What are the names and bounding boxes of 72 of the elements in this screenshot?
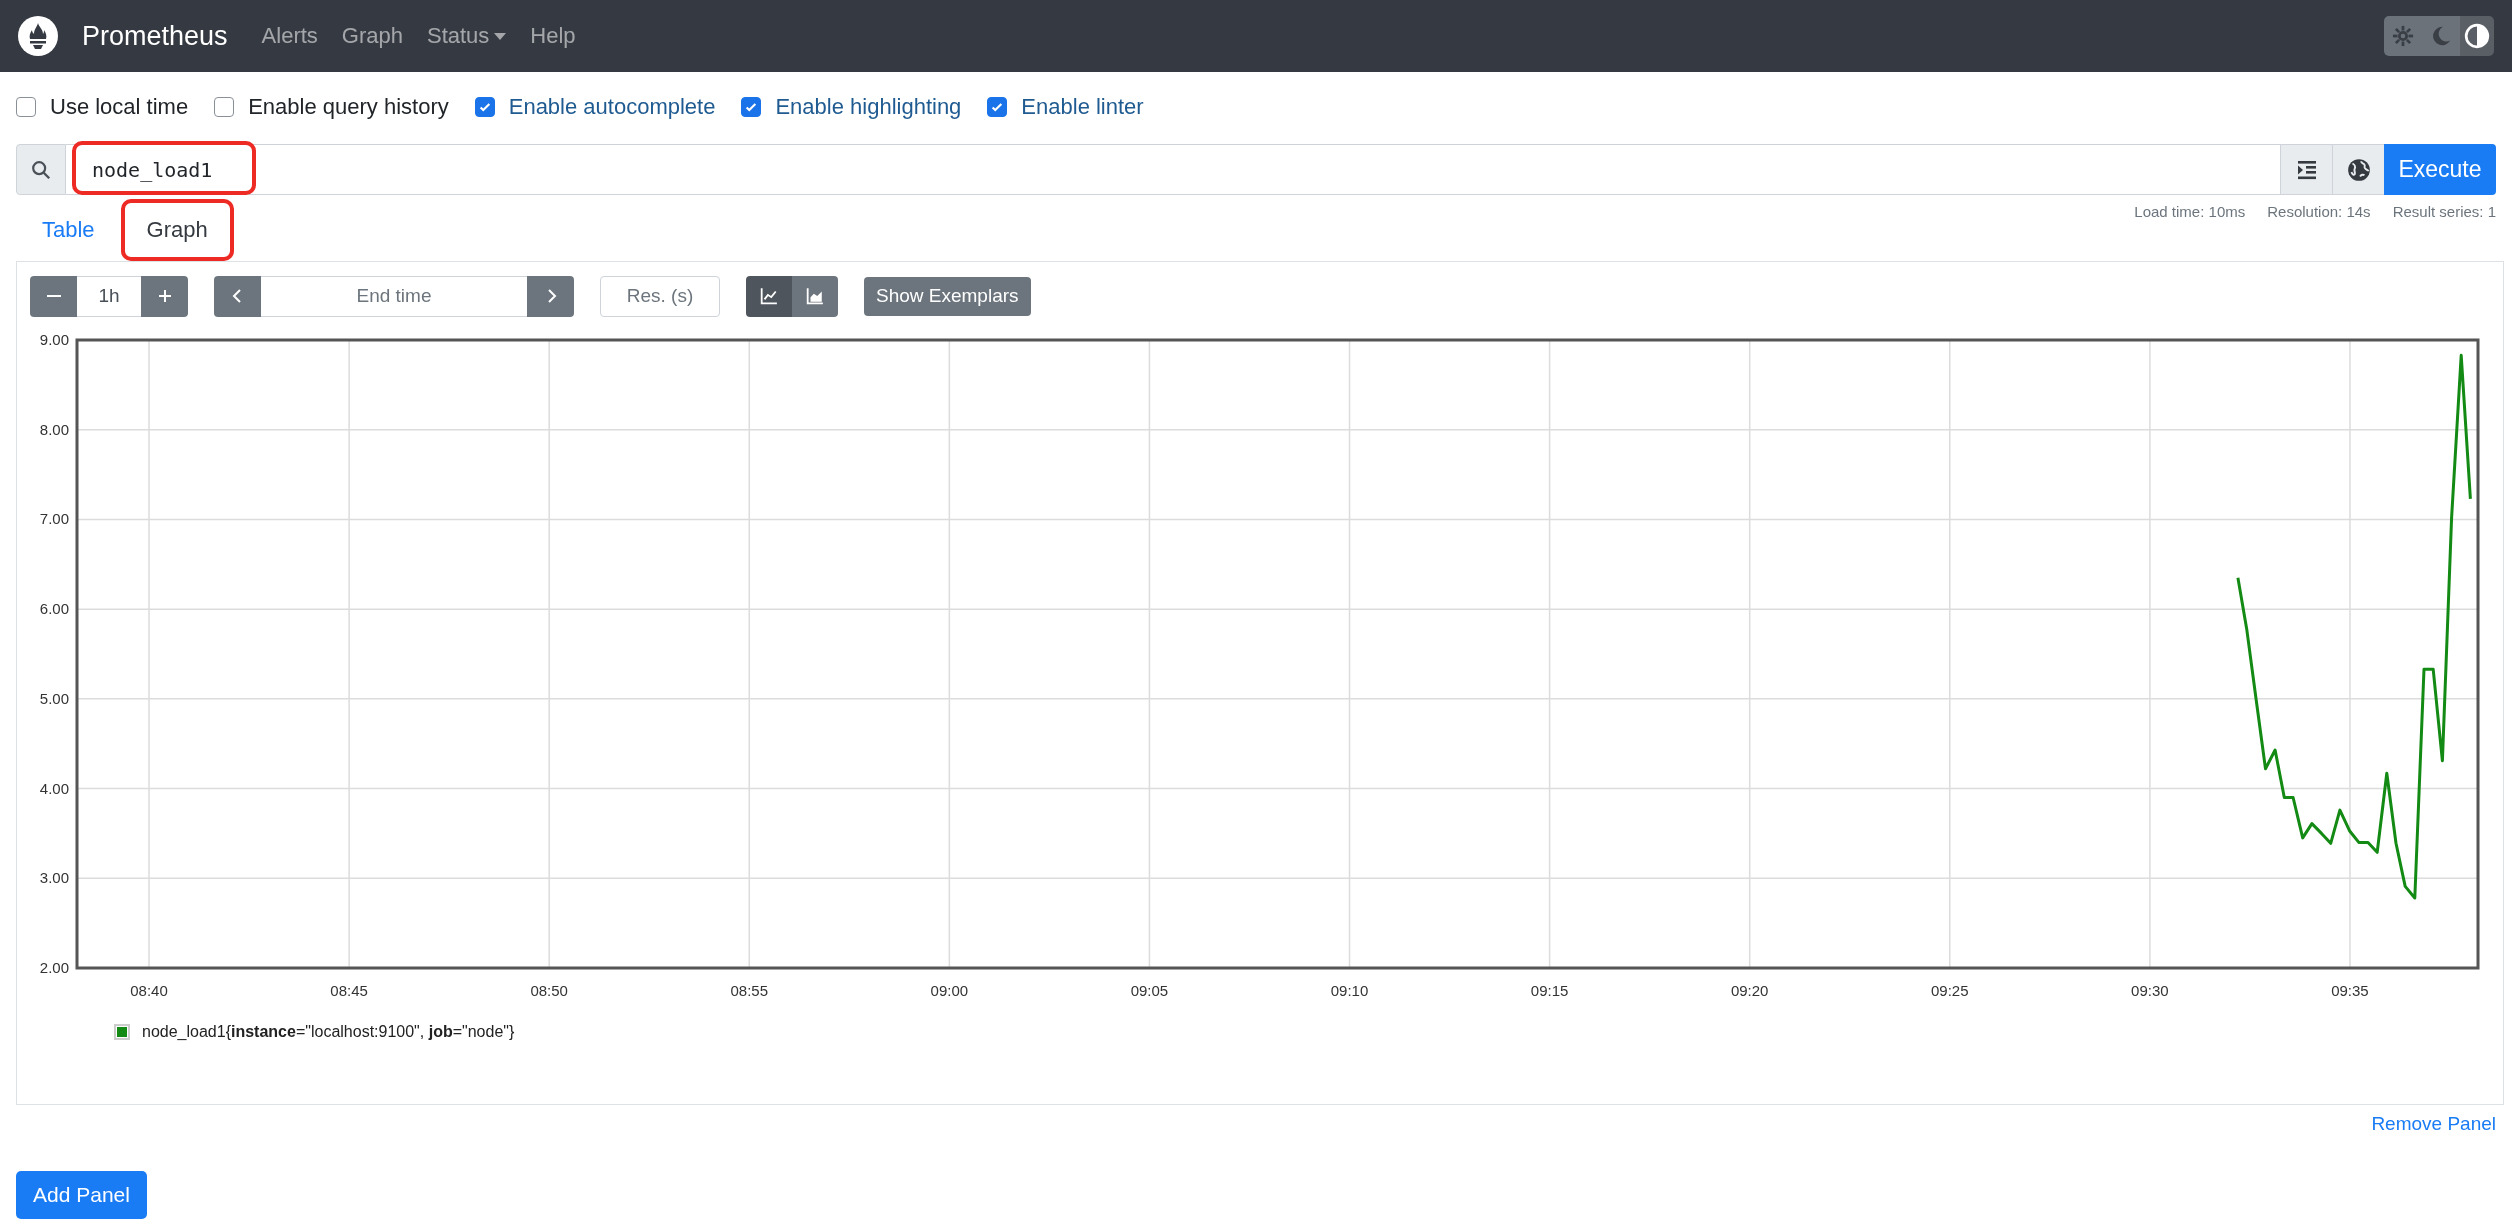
x-axis-label: 09:10	[1330, 982, 1369, 999]
globe-button[interactable]	[2332, 144, 2384, 195]
add-panel-button[interactable]: Add Panel	[16, 1171, 147, 1219]
query-input[interactable]: node_load1	[66, 144, 2280, 195]
x-axis-label: 09:15	[1530, 982, 1569, 999]
nav-link[interactable]: Graph	[341, 23, 403, 49]
option-label[interactable]: Enable autocomplete	[508, 94, 716, 120]
x-axis-label: 09:30	[2131, 982, 2169, 999]
checkbox[interactable]	[741, 97, 762, 117]
nav-link[interactable]: Help	[530, 23, 576, 49]
nav-link[interactable]: Alerts	[261, 23, 318, 49]
y-axis-label: 9.00	[39, 331, 69, 348]
increase-range-button[interactable]	[141, 275, 188, 317]
query-stat: Resolution: 14s	[2267, 203, 2371, 222]
y-axis-label: 4.00	[39, 779, 69, 797]
check-icon	[744, 100, 759, 114]
legend-label[interactable]: node_load1{instance="localhost:9100", job="node"}	[142, 1023, 515, 1041]
brand-title[interactable]: Prometheus	[82, 20, 228, 52]
line-chart-icon	[760, 287, 778, 305]
x-axis-label: 08:55	[730, 982, 769, 999]
format-button[interactable]	[2280, 144, 2332, 195]
x-axis-label: 09:35	[2331, 982, 2369, 999]
checkbox[interactable]	[214, 97, 235, 117]
half-circle-icon	[2464, 23, 2490, 49]
check-icon	[477, 100, 492, 114]
checkbox[interactable]	[16, 97, 36, 117]
resolution-input-field[interactable]: Res. (s)	[600, 275, 720, 317]
option-label[interactable]: Enable query history	[248, 94, 449, 120]
tab[interactable]: Table	[16, 199, 121, 261]
x-axis-label: 09:05	[1130, 982, 1169, 999]
x-axis-label: 08:40	[130, 982, 168, 999]
minus-icon	[46, 294, 61, 298]
y-axis-label: 7.00	[39, 510, 69, 528]
range-input-field[interactable]: 1h	[77, 275, 141, 317]
y-axis-label: 3.00	[39, 869, 69, 887]
y-axis-label: 5.00	[39, 689, 69, 707]
x-axis-label: 09:00	[930, 982, 969, 999]
search-icon	[30, 158, 52, 181]
query-stat: Result series: 1	[2392, 203, 2496, 222]
x-axis-label: 09:20	[1730, 982, 1769, 999]
legend-swatch	[114, 1024, 130, 1040]
flame-logo-icon[interactable]	[18, 16, 58, 56]
line-chart-button[interactable]	[746, 275, 792, 317]
y-axis-label: 8.00	[39, 420, 69, 438]
previous-time-button[interactable]	[214, 275, 261, 317]
checkbox[interactable]	[474, 97, 495, 117]
execute-button[interactable]: Execute	[2384, 144, 2496, 195]
moon-icon	[2430, 25, 2452, 47]
option-label[interactable]: Use local time	[50, 94, 189, 120]
area-chart-icon	[806, 287, 824, 305]
query-stat: Load time: 10ms	[2134, 203, 2246, 222]
auto-theme-button[interactable]	[2460, 16, 2494, 56]
sun-icon	[2392, 25, 2414, 47]
stacked-chart-button[interactable]	[792, 275, 838, 317]
globe-icon	[2345, 156, 2372, 183]
y-axis-label: 6.00	[39, 600, 69, 618]
tab[interactable]: Graph	[120, 199, 234, 261]
y-axis-label: 2.00	[39, 959, 69, 976]
checkbox[interactable]	[987, 97, 1008, 117]
show-exemplars-button[interactable]: Show Exemplars	[864, 276, 1031, 316]
x-axis-label: 08:45	[330, 982, 368, 999]
x-axis-label: 08:50	[530, 982, 568, 999]
plus-icon	[156, 288, 173, 304]
decrease-range-button[interactable]	[30, 275, 77, 317]
check-icon	[990, 100, 1005, 114]
next-time-button[interactable]	[527, 275, 574, 317]
end-time-input-field[interactable]: End time	[261, 275, 527, 317]
option-label[interactable]: Enable highlighting	[775, 94, 962, 120]
nav-link[interactable]: Status	[427, 23, 507, 49]
remove-panel-link[interactable]: Remove Panel	[2371, 1113, 2496, 1147]
option-label[interactable]: Enable linter	[1021, 94, 1144, 120]
x-axis-label: 09:25	[1931, 982, 1969, 999]
